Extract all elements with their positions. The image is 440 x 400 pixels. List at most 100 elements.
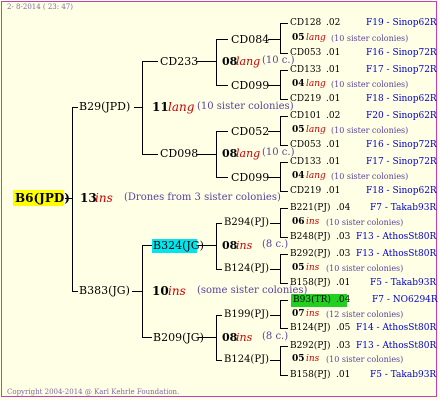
g3-count: 04: [292, 79, 305, 89]
g4-cell: B221(PJ): [290, 203, 331, 213]
g4-cell: CD053: [290, 140, 322, 150]
g4-cell: F13 - AthosSt80R: [356, 341, 437, 351]
g4-cell: .01: [336, 278, 351, 288]
g4-cell: CD053: [290, 48, 322, 58]
g4-cell: .01: [326, 140, 341, 150]
g4-cell: .03: [336, 249, 351, 259]
g4-cell: .01: [326, 48, 341, 58]
cd233-label: CD233: [160, 55, 199, 68]
g3-desc: (10 sister colonies): [331, 80, 409, 89]
g4-cell: CD133: [290, 65, 322, 75]
b324-note: ins: [236, 239, 253, 252]
g4-cell: B158(PJ): [290, 370, 331, 380]
g4-cell: F17 - Sinop72R: [366, 157, 437, 167]
g3-note: lang: [306, 171, 326, 181]
g4-cell: CD219: [290, 186, 322, 196]
g4-cell: F19 - Sinop62R: [366, 18, 437, 28]
g4-cell: .03: [336, 341, 351, 351]
g3-count: 06: [292, 217, 305, 227]
g4-cell: CD128: [290, 18, 322, 28]
g4-cell: CD133: [290, 157, 322, 167]
g4-cell: F18 - Sinop62R: [366, 186, 437, 196]
g4-cell: F20 - Sinop62R: [366, 111, 437, 121]
copyright: Copyright 2004-2014 @ Karl Kehrle Founda…: [7, 388, 180, 396]
root-queen-label: B6(JPD): [15, 191, 70, 205]
g4-cell: F18 - Sinop62R: [366, 94, 437, 104]
g4-cell: .04: [336, 295, 351, 305]
g3-desc: (10 sister colonies): [331, 172, 409, 181]
g3-note: ins: [306, 217, 320, 227]
g3-count: 05: [292, 33, 305, 43]
g4-cell: B292(PJ): [290, 341, 331, 351]
g4-cell: B93(TR): [293, 295, 331, 305]
g4-cell: F13 - AthosSt80R: [356, 232, 437, 242]
g4-cell: .04: [336, 203, 351, 213]
g3-count: 07: [292, 309, 305, 319]
g3-note: ins: [306, 263, 320, 273]
cd098-label: CD098: [160, 147, 199, 160]
g4-cell: .01: [336, 370, 351, 380]
g4-cell: F16 - Sinop72R: [366, 48, 437, 58]
g3-count: 04: [292, 171, 305, 181]
g4-cell: F5 - Takab93R: [370, 370, 437, 380]
g3-label: B124(PJ): [224, 263, 269, 274]
g4-cell: .01: [326, 186, 341, 196]
b29-label: B29(JPD): [79, 100, 131, 113]
g4-cell: B124(PJ): [290, 323, 331, 333]
g3-note: lang: [306, 79, 326, 89]
g3-label: CD052: [231, 125, 270, 138]
g3-count: 05: [292, 354, 305, 364]
b324-desc: (8 c.): [262, 239, 289, 250]
g3-label: CD084: [231, 33, 270, 46]
g3-label: B199(PJ): [224, 309, 269, 320]
g4-cell: CD219: [290, 94, 322, 104]
g4-cell: .05: [336, 323, 351, 333]
g4-cell: B158(PJ): [290, 278, 331, 288]
b29-note: lang: [168, 100, 195, 114]
g4-cell: F13 - AthosSt80R: [356, 249, 437, 259]
g4-cell: F5 - Takab93R: [370, 278, 437, 288]
g4-cell: .01: [326, 94, 341, 104]
g3-desc: (10 sister colonies): [326, 355, 404, 364]
b383-count: 10: [152, 284, 169, 298]
b324-label: B324(JG): [153, 239, 204, 252]
g3-label: CD099: [231, 79, 270, 92]
g3-count: 05: [292, 263, 305, 273]
g4-cell: B292(PJ): [290, 249, 331, 259]
g3-desc: (10 sister colonies): [326, 218, 404, 227]
g3-desc: (10 sister colonies): [326, 264, 404, 273]
b383-label: B383(JG): [79, 284, 130, 297]
b29-desc: (10 sister colonies): [197, 101, 294, 112]
cd233-note: lang: [236, 55, 261, 68]
g4-cell: .01: [326, 157, 341, 167]
root-desc: (Drones from 3 sister colonies): [124, 192, 281, 203]
b383-note: ins: [168, 284, 186, 298]
g4-cell: .02: [326, 18, 341, 28]
timestamp: 2- 8-2014 ( 23: 47): [7, 3, 73, 11]
b209-label: B209(JG): [153, 331, 204, 344]
g3-note: ins: [306, 309, 320, 319]
g4-cell: .01: [326, 65, 341, 75]
g4-cell: .02: [326, 111, 341, 121]
g4-cell: CD101: [290, 111, 322, 121]
g3-note: lang: [306, 125, 326, 135]
g3-desc: (12 sister colonies): [326, 310, 404, 319]
g3-note: lang: [306, 33, 326, 43]
g3-desc: (10 sister colonies): [331, 34, 409, 43]
g3-label: B124(PJ): [224, 354, 269, 365]
g3-label: CD099: [231, 171, 270, 184]
g4-cell: F17 - Sinop72R: [366, 65, 437, 75]
b209-desc: (8 c.): [262, 331, 289, 342]
g3-count: 05: [292, 125, 305, 135]
g4-cell: F7 - NO6294R: [372, 295, 438, 305]
b209-note: ins: [236, 331, 253, 344]
g4-cell: F7 - Takab93R: [370, 203, 437, 213]
g3-desc: (10 sister colonies): [331, 126, 409, 135]
root-note: ins: [95, 191, 113, 205]
cd098-note: lang: [236, 147, 261, 160]
b29-count: 11: [152, 100, 169, 114]
g3-note: ins: [306, 354, 320, 364]
g4-cell: F14 - AthosSt80R: [356, 323, 437, 333]
g3-label: B294(PJ): [224, 217, 269, 228]
g4-cell: B248(PJ): [290, 232, 331, 242]
